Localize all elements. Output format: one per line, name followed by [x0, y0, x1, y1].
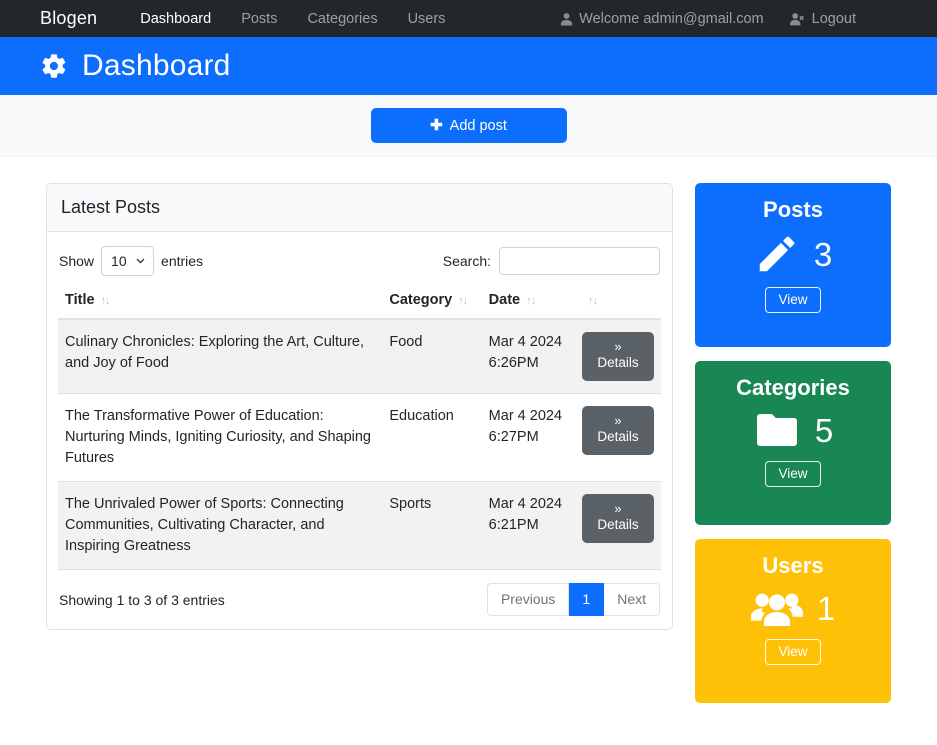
- cell-date: Mar 4 2024 6:27PM: [482, 394, 575, 482]
- pagination-page-1[interactable]: 1: [569, 583, 604, 616]
- posts-table-body: Culinary Chronicles: Exploring the Art, …: [58, 319, 661, 570]
- sort-icon-title[interactable]: ↑↓: [101, 295, 110, 307]
- posts-table: Title ↑↓ Category ↑↓ Date ↑↓ ↑↓: [58, 284, 661, 570]
- cell-date: Mar 4 2024 6:26PM: [482, 319, 575, 394]
- details-button[interactable]: » Details: [582, 406, 654, 455]
- search-control: Search:: [443, 247, 660, 275]
- pagination-previous[interactable]: Previous: [487, 583, 569, 616]
- latest-posts-column: Latest Posts Show 10: [46, 183, 673, 630]
- double-chevron-right-icon: »: [582, 339, 654, 355]
- logout-button[interactable]: Logout: [790, 11, 856, 27]
- page-length-select[interactable]: 10: [101, 246, 154, 276]
- cell-category: Education: [382, 394, 481, 482]
- column-header-actions[interactable]: ↑↓: [575, 284, 661, 319]
- action-bar: ✚ Add post: [0, 95, 937, 157]
- stat-title-posts: Posts: [705, 197, 881, 223]
- column-header-category[interactable]: Category ↑↓: [382, 284, 481, 319]
- stat-count-users: 1: [817, 592, 835, 625]
- cell-category: Sports: [382, 482, 481, 570]
- cell-title: Culinary Chronicles: Exploring the Art, …: [58, 319, 382, 394]
- column-label-category: Category: [389, 292, 452, 308]
- entries-label: entries: [161, 253, 203, 269]
- cell-title: The Unrivaled Power of Sports: Connectin…: [58, 482, 382, 570]
- details-button[interactable]: » Details: [582, 494, 654, 543]
- latest-posts-card: Latest Posts Show 10: [46, 183, 673, 630]
- nav-item-dashboard[interactable]: Dashboard: [125, 11, 226, 27]
- pagination: Previous 1 Next: [487, 583, 660, 616]
- welcome-user[interactable]: Welcome admin@gmail.com: [560, 11, 763, 27]
- cell-title: The Transformative Power of Education: N…: [58, 394, 382, 482]
- welcome-text: Welcome admin@gmail.com: [579, 11, 763, 27]
- stat-title-users: Users: [705, 553, 881, 579]
- details-label: Details: [597, 429, 638, 444]
- details-button[interactable]: » Details: [582, 332, 654, 381]
- add-post-label: Add post: [450, 118, 507, 134]
- column-label-date: Date: [489, 292, 520, 308]
- navbar-right: Welcome admin@gmail.com Logout: [560, 11, 922, 27]
- sort-icon-category[interactable]: ↑↓: [458, 295, 467, 307]
- nav-item-categories[interactable]: Categories: [292, 11, 392, 27]
- column-header-title[interactable]: Title ↑↓: [58, 284, 382, 319]
- users-icon: [751, 587, 803, 629]
- view-button-categories[interactable]: View: [765, 461, 820, 487]
- main-content: Latest Posts Show 10: [0, 157, 937, 717]
- stat-title-categories: Categories: [705, 375, 881, 401]
- table-row[interactable]: Culinary Chronicles: Exploring the Art, …: [58, 319, 661, 394]
- page-header: Dashboard: [0, 37, 937, 95]
- stat-row-categories: 5: [705, 409, 881, 451]
- cell-date: Mar 4 2024 6:21PM: [482, 482, 575, 570]
- double-chevron-right-icon: »: [582, 413, 654, 429]
- search-label: Search:: [443, 253, 491, 269]
- brand-logo[interactable]: Blogen: [40, 8, 97, 29]
- nav-item-posts[interactable]: Posts: [226, 11, 292, 27]
- folder-icon: [753, 409, 801, 451]
- cell-actions: » Details: [575, 482, 661, 570]
- sort-icon-actions[interactable]: ↑↓: [588, 295, 597, 307]
- double-chevron-right-icon: »: [582, 501, 654, 517]
- details-label: Details: [597, 517, 638, 532]
- sort-icon-date[interactable]: ↑↓: [526, 295, 535, 307]
- search-input[interactable]: [499, 247, 660, 275]
- cell-actions: » Details: [575, 394, 661, 482]
- entries-info: Showing 1 to 3 of 3 entries: [59, 592, 225, 608]
- table-row[interactable]: The Transformative Power of Education: N…: [58, 394, 661, 482]
- nav-item-users[interactable]: Users: [393, 11, 461, 27]
- user-times-icon: [790, 12, 806, 26]
- pagination-next[interactable]: Next: [604, 583, 660, 616]
- stat-count-categories: 5: [815, 414, 833, 447]
- column-label-title: Title: [65, 292, 95, 308]
- stat-row-posts: 3: [705, 231, 881, 277]
- table-header-row: Title ↑↓ Category ↑↓ Date ↑↓ ↑↓: [58, 284, 661, 319]
- stat-count-posts: 3: [814, 238, 832, 271]
- stat-row-users: 1: [705, 587, 881, 629]
- show-label: Show: [59, 253, 94, 269]
- primary-nav: Dashboard Posts Categories Users: [125, 11, 460, 27]
- datatable-controls: Show 10 entries: [58, 242, 661, 284]
- gear-icon: [40, 52, 68, 80]
- latest-posts-body: Show 10 entries: [47, 232, 672, 629]
- cell-actions: » Details: [575, 319, 661, 394]
- add-post-button[interactable]: ✚ Add post: [371, 108, 567, 143]
- stat-card-users: Users 1 View: [695, 539, 891, 703]
- pencil-icon: [754, 231, 800, 277]
- page-title: Dashboard: [82, 49, 231, 83]
- column-header-date[interactable]: Date ↑↓: [482, 284, 575, 319]
- user-icon: [560, 12, 573, 26]
- page-length-select-wrap: 10: [101, 246, 154, 276]
- datatable-footer: Showing 1 to 3 of 3 entries Previous 1 N…: [58, 570, 661, 629]
- details-label: Details: [597, 355, 638, 370]
- page-length-control: Show 10 entries: [59, 246, 203, 276]
- table-row[interactable]: The Unrivaled Power of Sports: Connectin…: [58, 482, 661, 570]
- plus-icon: ✚: [430, 118, 443, 133]
- stat-card-posts: Posts 3 View: [695, 183, 891, 347]
- view-button-posts[interactable]: View: [765, 287, 820, 313]
- cell-category: Food: [382, 319, 481, 394]
- latest-posts-title: Latest Posts: [47, 184, 672, 232]
- top-navbar: Blogen Dashboard Posts Categories Users …: [0, 0, 937, 37]
- stats-column: Posts 3 View Categories 5: [695, 183, 891, 717]
- logout-text: Logout: [812, 11, 856, 27]
- stat-card-categories: Categories 5 View: [695, 361, 891, 525]
- posts-table-head: Title ↑↓ Category ↑↓ Date ↑↓ ↑↓: [58, 284, 661, 319]
- view-button-users[interactable]: View: [765, 639, 820, 665]
